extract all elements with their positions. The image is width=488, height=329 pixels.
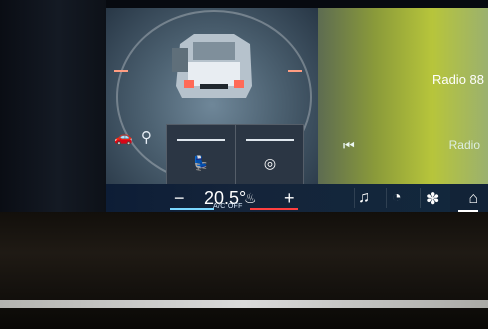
divider (420, 188, 421, 208)
increase-temp-button[interactable]: + (284, 188, 295, 209)
lower-dashboard (0, 212, 488, 329)
ac-status: A/C OFF (213, 203, 243, 210)
music-icon[interactable]: ♫ (358, 189, 370, 207)
left-bezel (0, 0, 106, 247)
bottom-control-bar: − 20.5° ♨ + A/C OFF ♫ ◔ ✽ ⌂ (106, 184, 488, 212)
vehicle-icon (172, 34, 252, 98)
seat-heat-bar (177, 139, 225, 141)
radio-station-name: Radio 88 (431, 72, 484, 87)
divider (354, 188, 355, 208)
steering-heat-bar (246, 139, 294, 141)
home-icon: ⌂ (468, 190, 478, 207)
left-ring-tick (114, 70, 128, 72)
right-ring-tick (288, 70, 302, 72)
prev-icon[interactable]: ⏮ (343, 138, 355, 154)
radio-panel: Radio 88 ⏮ Radio (318, 8, 488, 184)
home-button[interactable]: ⌂ (450, 184, 488, 212)
divider (386, 188, 387, 208)
steering-heat-icon: ◎ (263, 155, 277, 171)
seat-heat-icon: 💺 (192, 155, 210, 171)
radio-label: Radio (448, 138, 480, 152)
panel-left-icons: 🚗 ⚲ (114, 128, 156, 146)
steering-heating-control[interactable]: ◎ (235, 125, 304, 184)
seat-controls: 💺 ◎ (166, 124, 304, 184)
chrome-trim (0, 300, 488, 308)
infotainment-display: 🚗 ⚲ 💺 ◎ Radio 88 ⏮ Radio (106, 8, 488, 184)
vehicle-panel: 🚗 ⚲ 💺 ◎ (106, 8, 318, 184)
heat-indicator (250, 208, 298, 210)
seat-heat-quick-icon[interactable]: ♨ (244, 190, 257, 207)
decrease-temp-button[interactable]: − (174, 188, 185, 209)
lift-icon[interactable]: ⚲ (141, 128, 152, 146)
seat-heating-control[interactable]: 💺 (167, 125, 235, 184)
nav-icon[interactable]: ◔ (392, 189, 402, 207)
car-screen-scene: 🚗 ⚲ 💺 ◎ Radio 88 ⏮ Radio − 20.5° ♨ + A/C… (0, 0, 488, 329)
cool-indicator (170, 208, 214, 210)
door-icon[interactable]: 🚗 (114, 128, 133, 146)
fan-icon[interactable]: ✽ (426, 189, 439, 209)
